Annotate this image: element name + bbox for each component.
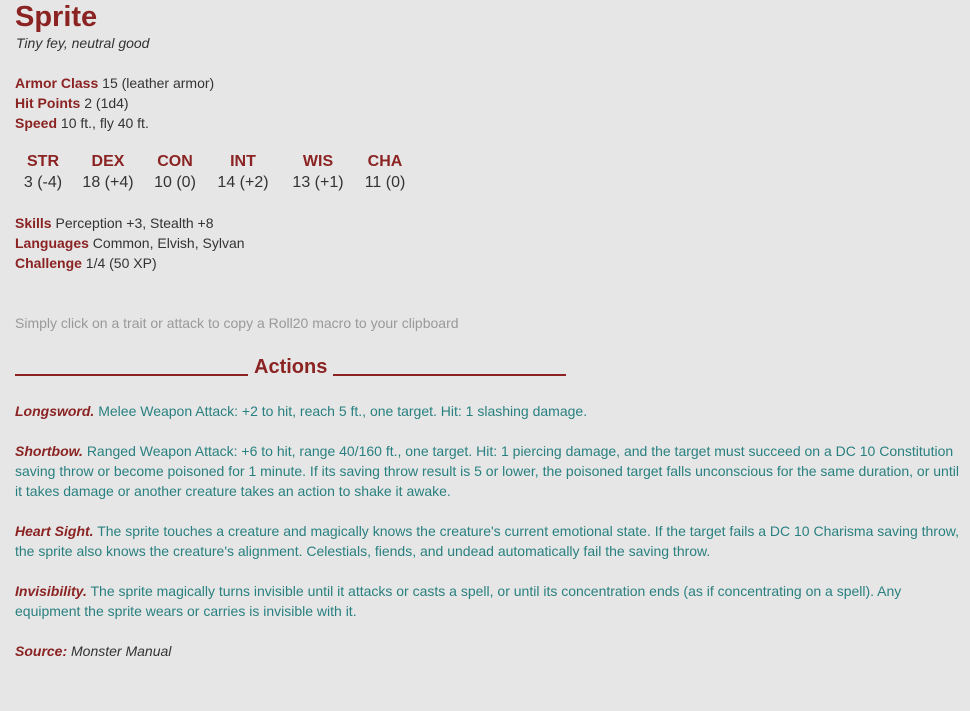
action-name: Shortbow. <box>15 443 83 459</box>
heading-rule-left <box>15 354 248 376</box>
action-invisibility[interactable]: Invisibility. The sprite magically turns… <box>15 581 960 621</box>
ability-int[interactable]: INT 14 (+2) <box>203 152 283 194</box>
ability-name: CHA <box>367 153 403 170</box>
challenge-label: Challenge <box>15 255 82 271</box>
armor-class-row: Armor Class 15 (leather armor) <box>15 73 214 93</box>
source-label: Source: <box>15 643 68 659</box>
action-name: Longsword. <box>15 403 95 419</box>
ability-cha[interactable]: CHA 11 (0) <box>345 152 425 194</box>
armor-class-value: 15 (leather armor) <box>102 75 215 91</box>
speed-row: Speed 10 ft., fly 40 ft. <box>15 113 149 133</box>
action-text: The sprite magically turns invisible unt… <box>15 583 902 619</box>
actions-heading: Actions <box>15 354 567 380</box>
monster-subtitle: Tiny fey, neutral good <box>16 35 150 51</box>
heading-rule-right <box>333 354 567 376</box>
skills-row: Skills Perception +3, Stealth +8 <box>15 213 213 233</box>
skills-label: Skills <box>15 215 52 231</box>
languages-row: Languages Common, Elvish, Sylvan <box>15 233 245 253</box>
action-longsword[interactable]: Longsword. Melee Weapon Attack: +2 to hi… <box>15 401 960 421</box>
ability-value: 11 (0) <box>364 174 406 191</box>
action-text: The sprite touches a creature and magica… <box>15 523 959 559</box>
copy-hint: Simply click on a trait or attack to cop… <box>15 315 459 331</box>
hit-points-value: 2 (1d4) <box>84 95 129 111</box>
speed-label: Speed <box>15 115 58 131</box>
challenge-row: Challenge 1/4 (50 XP) <box>15 253 157 273</box>
armor-class-label: Armor Class <box>15 75 99 91</box>
action-heart-sight[interactable]: Heart Sight. The sprite touches a creatu… <box>15 521 960 561</box>
languages-value: Common, Elvish, Sylvan <box>92 235 245 251</box>
speed-value: 10 ft., fly 40 ft. <box>60 115 149 131</box>
skills-value: Perception +3, Stealth +8 <box>55 215 214 231</box>
hit-points-row: Hit Points 2 (1d4) <box>15 93 129 113</box>
action-text: Ranged Weapon Attack: +6 to hit, range 4… <box>15 443 959 499</box>
source-row: Source: Monster Manual <box>15 641 171 661</box>
action-name: Heart Sight. <box>15 523 94 539</box>
actions-heading-label: Actions <box>254 356 328 378</box>
hit-points-label: Hit Points <box>15 95 81 111</box>
challenge-value: 1/4 (50 XP) <box>85 255 157 271</box>
action-shortbow[interactable]: Shortbow. Ranged Weapon Attack: +6 to hi… <box>15 441 960 501</box>
monster-name: Sprite <box>15 1 98 33</box>
action-name: Invisibility. <box>15 583 87 599</box>
ability-value: 14 (+2) <box>217 174 269 191</box>
languages-label: Languages <box>15 235 89 251</box>
source-value: Monster Manual <box>71 643 172 659</box>
ability-name: INT <box>230 153 256 170</box>
action-text: Melee Weapon Attack: +2 to hit, reach 5 … <box>98 403 588 419</box>
